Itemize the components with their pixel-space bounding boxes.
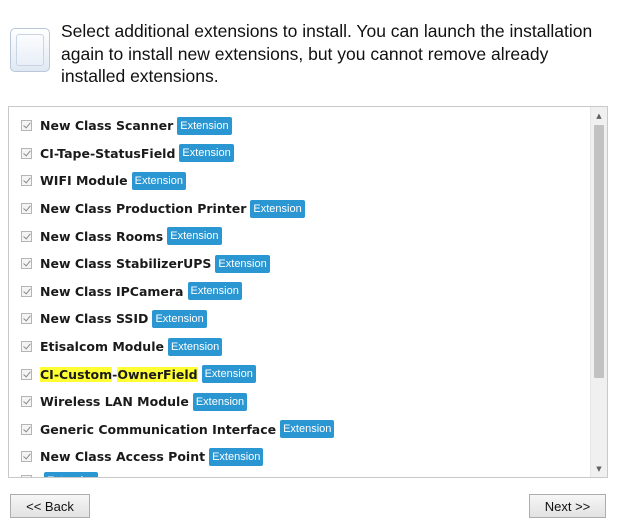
extension-checkbox[interactable] [21,120,32,132]
scroll-down-arrow-icon[interactable]: ▼ [591,460,607,477]
extension-name-part: CI-Tape-StatusField [40,145,176,161]
vertical-scrollbar[interactable]: ▲ ▼ [590,107,607,477]
extension-name: Etisalcom Module [40,339,164,354]
extension-name-part: New Class Rooms [40,228,164,244]
extension-checkbox[interactable] [21,368,32,380]
extension-item[interactable]: CI-Tape-StatusField Extension [9,140,590,168]
search-highlight: OwnerField [117,366,198,382]
extension-badge: Extension [192,392,248,411]
extension-checkbox[interactable] [21,285,32,297]
extension-item[interactable]: New Class StabilizerUPS Extension [9,250,590,278]
extension-item[interactable]: CI-Custom-OwnerField Extension [9,360,590,388]
back-button[interactable]: << Back [10,494,90,518]
extensions-list[interactable]: New Class Scanner Extension CI-Tape-Status… [8,106,608,478]
extension-checkbox[interactable] [21,396,32,408]
extension-checkbox[interactable] [21,313,32,325]
extension-badge: Extension [201,365,256,384]
extension-badge: Extension [152,309,207,328]
extension-name-part: Generic Communication Interface [40,421,277,437]
extension-badge: Extension [44,471,99,477]
extension-checkbox[interactable] [21,175,32,187]
extension-name-part: WIFI Module [40,173,128,189]
extension-badge: Extension [177,116,232,135]
extension-name: New Class Rooms [40,229,163,244]
extension-item[interactable]: Etisalcom Module Extension [9,333,590,361]
extension-name-part: New Class Scanner [40,118,174,134]
extension-name: New Class StabilizerUPS [40,256,211,271]
extension-badge: Extension [167,337,223,356]
extension-item[interactable]: Generic Communication Interface Extension [9,416,590,444]
extension-checkbox[interactable] [21,341,32,353]
extension-badge: Extension [250,199,305,218]
extension-item[interactable]: New Class SSID Extension [9,305,590,333]
extension-badge: Extension [167,227,222,246]
extensions-items: New Class Scanner Extension CI-Tape-Status… [9,112,590,477]
extension-checkbox[interactable] [21,475,32,477]
extension-item[interactable]: WIFI Module Extension [9,167,590,195]
extension-name: WIFI Module [40,173,128,188]
extension-item[interactable]: New Class Production Printer Extension [9,195,590,223]
extension-name: New Class Production Printer [40,201,246,216]
extension-name-part: New Class Access Point [40,449,206,465]
extension-name: Wireless LAN Module [40,394,189,409]
extension-name: New Class Access Point [40,449,205,464]
installer-icon [10,28,50,72]
scroll-thumb[interactable] [594,125,604,378]
extension-name-part: Etisalcom Module [40,339,164,355]
extension-checkbox[interactable] [21,451,32,463]
extension-name-part: Wireless LAN Module [40,394,189,410]
extension-item[interactable]: Extension [9,467,590,477]
instruction-text: Select additional extensions to install.… [61,21,593,86]
extension-badge: Extension [280,420,335,439]
extension-checkbox[interactable] [21,423,32,435]
scroll-up-arrow-icon[interactable]: ▲ [591,107,607,124]
extension-badge: Extension [131,171,186,190]
extension-item[interactable]: New Class IPCamera Extension [9,278,590,306]
extension-name: CI-Custom-OwnerField [40,366,198,382]
search-highlight: CI-Custom [40,366,113,382]
extension-item[interactable]: New Class Rooms Extension [9,222,590,250]
extension-checkbox[interactable] [21,203,32,215]
extension-badge: Extension [209,447,264,466]
extension-name-part: New Class Production Printer [40,201,247,217]
extension-name: New Class Scanner [40,118,173,133]
extension-badge: Extension [215,254,270,273]
extension-checkbox[interactable] [21,230,32,242]
extension-name: New Class SSID [40,311,148,326]
extension-name-part: New Class IPCamera [40,283,184,299]
next-button[interactable]: Next >> [529,494,606,518]
extension-badge: Extension [187,282,242,301]
extension-name-part: New Class SSID [40,311,149,327]
extension-name-part: New Class StabilizerUPS [40,256,212,272]
extension-item[interactable]: New Class Scanner Extension [9,112,590,140]
extension-checkbox[interactable] [21,258,32,270]
extension-name: Generic Communication Interface [40,422,276,437]
extension-item[interactable]: Wireless LAN Module Extension [9,388,590,416]
extension-name: CI-Tape-StatusField [40,146,175,161]
extension-badge: Extension [179,144,234,163]
extension-name: New Class IPCamera [40,284,184,299]
extension-checkbox[interactable] [21,147,32,159]
